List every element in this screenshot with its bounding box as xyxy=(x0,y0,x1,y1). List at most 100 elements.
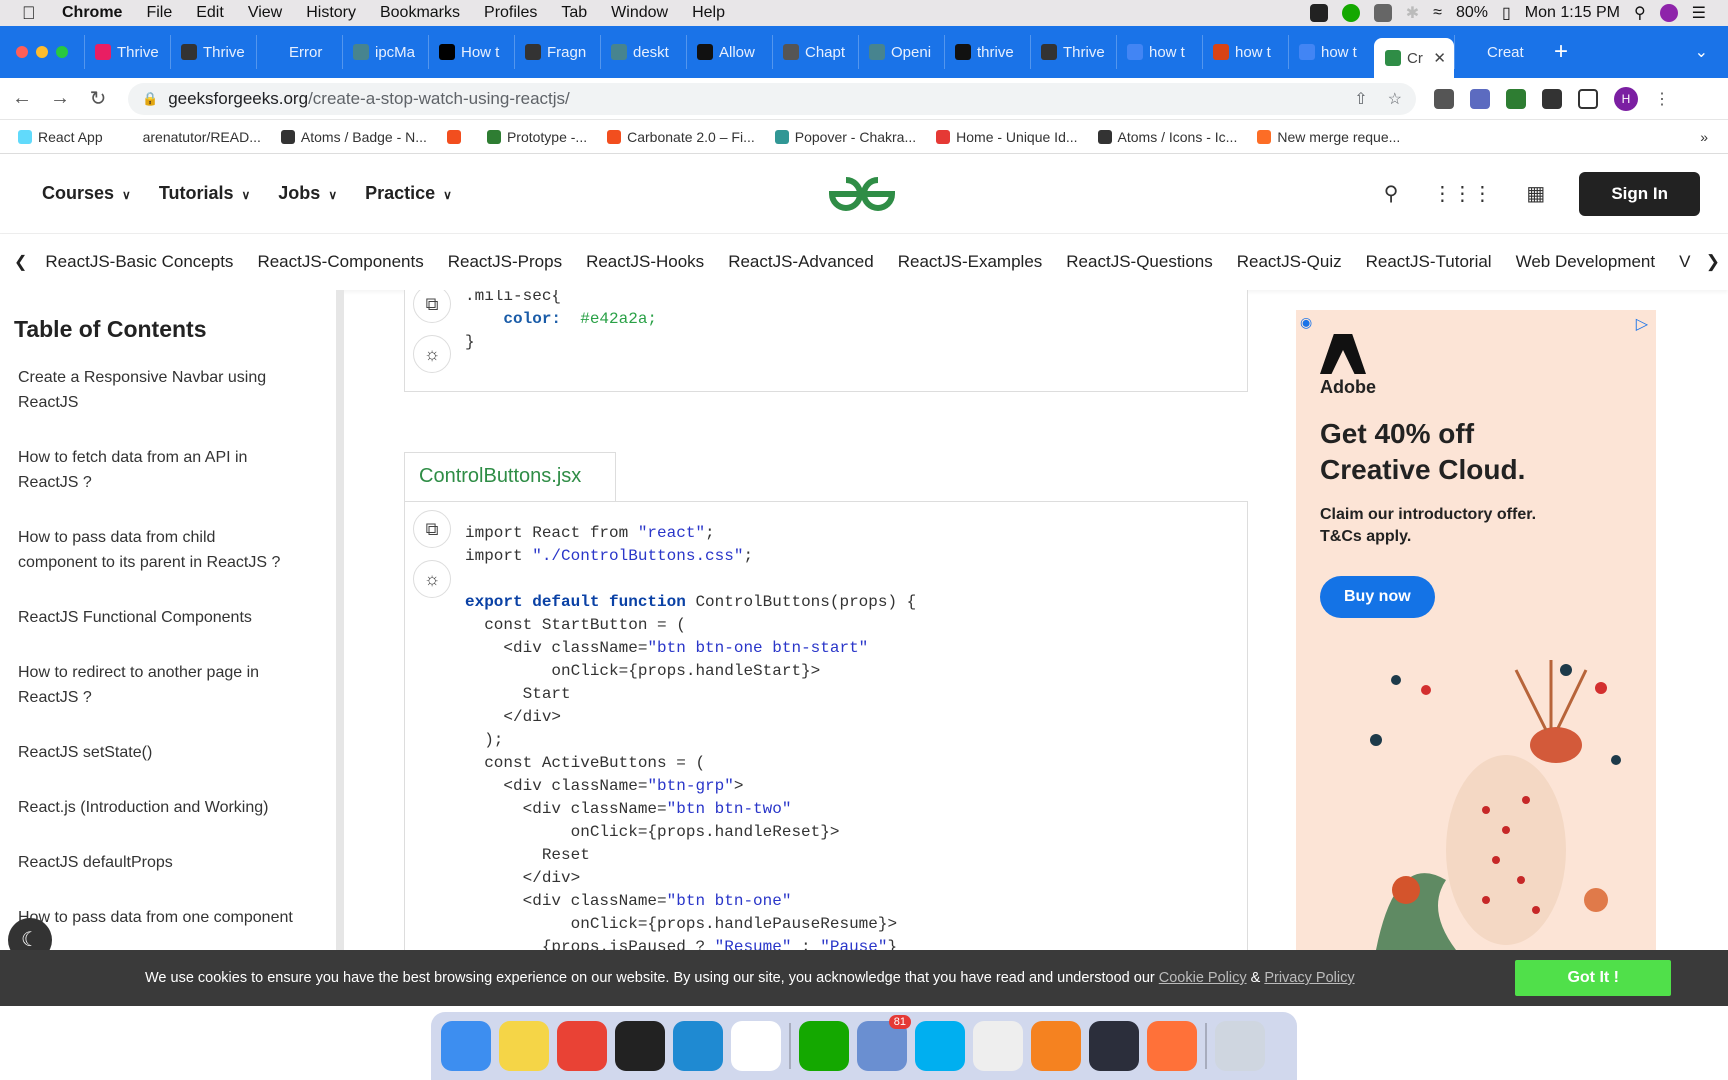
upwork-icon[interactable] xyxy=(799,1021,849,1071)
extension-icon[interactable] xyxy=(1506,88,1526,109)
toc-item[interactable]: ReactJS setState() xyxy=(0,740,336,765)
menubar-item-view[interactable]: View xyxy=(236,4,294,22)
terminal-icon[interactable] xyxy=(615,1021,665,1071)
minimize-window-button[interactable] xyxy=(36,46,48,58)
upwork-status-icon[interactable] xyxy=(1341,4,1360,22)
tab[interactable]: Chapt xyxy=(772,35,858,69)
kebab-menu-icon[interactable]: ⋮ xyxy=(1654,89,1670,109)
topic-link[interactable]: ReactJS-Examples xyxy=(886,252,1055,272)
got-it-button[interactable]: Got It ! xyxy=(1515,960,1671,996)
bookmark-item[interactable]: arenatutor/READ... xyxy=(113,129,271,145)
translate-icon[interactable]: ▦ xyxy=(1526,181,1545,206)
control-center-icon[interactable]: ☰ xyxy=(1692,3,1706,23)
sign-in-button[interactable]: Sign In xyxy=(1579,171,1700,216)
bookmark-item[interactable]: Home - Unique Id... xyxy=(926,129,1087,145)
toc-item[interactable]: React.js (Introduction and Working) xyxy=(0,795,336,820)
chevron-left-icon[interactable]: ❮ xyxy=(14,252,27,272)
pen-icon[interactable] xyxy=(1031,1021,1081,1071)
spotlight-icon[interactable]: ⚲ xyxy=(1634,3,1646,23)
nav-jobs[interactable]: Jobs ∨ xyxy=(278,183,337,204)
topic-link[interactable]: ReactJS-Quiz xyxy=(1225,252,1354,272)
topic-link[interactable]: V xyxy=(1667,252,1702,272)
bookmark-item[interactable]: Atoms / Badge - N... xyxy=(271,129,437,145)
trash-icon[interactable] xyxy=(1215,1021,1265,1071)
menubar-item-window[interactable]: Window xyxy=(599,4,680,22)
finder-icon[interactable] xyxy=(441,1021,491,1071)
cookie-policy-link[interactable]: Cookie Policy xyxy=(1159,970,1247,986)
toc-item[interactable]: How to redirect to another page in React… xyxy=(0,660,336,710)
back-button[interactable]: ← xyxy=(6,87,38,110)
tab[interactable]: Thrive xyxy=(1030,35,1116,69)
apps-grid-icon[interactable]: ⋮⋮⋮ xyxy=(1432,181,1492,206)
share-icon[interactable]: ⇧ xyxy=(1354,89,1367,109)
tab[interactable]: Thrive xyxy=(84,35,170,69)
chrome-icon[interactable] xyxy=(557,1021,607,1071)
menubar-item-help[interactable]: Help xyxy=(680,4,737,22)
topic-link[interactable]: ReactJS-Questions xyxy=(1054,252,1224,272)
close-window-button[interactable] xyxy=(16,46,28,58)
more-bookmarks-icon[interactable]: » xyxy=(1700,129,1708,145)
topic-link[interactable]: Web Development xyxy=(1504,252,1668,272)
lock-icon[interactable]: 🔒 xyxy=(142,91,158,107)
bookmark-item[interactable]: Prototype -... xyxy=(477,129,597,145)
new-tab-button[interactable]: + xyxy=(1554,38,1568,66)
tab[interactable]: Allow xyxy=(686,35,772,69)
bluetooth-icon[interactable]: ✱ xyxy=(1406,3,1419,23)
tab[interactable]: thrive xyxy=(944,35,1030,69)
chevron-right-icon[interactable]: ❯ xyxy=(1706,252,1720,272)
close-tab-icon[interactable]: ✕ xyxy=(1433,49,1446,67)
tab[interactable]: how t xyxy=(1116,35,1202,69)
file-tab[interactable]: ControlButtons.jsx xyxy=(404,452,616,502)
toc-item[interactable]: ReactJS Functional Components xyxy=(0,605,336,630)
nav-courses[interactable]: Courses ∨ xyxy=(42,183,131,204)
bookmark-item[interactable]: Popover - Chakra... xyxy=(765,129,926,145)
bookmark-item[interactable]: New merge reque... xyxy=(1247,129,1410,145)
vscode-icon[interactable] xyxy=(673,1021,723,1071)
slack-icon[interactable] xyxy=(731,1021,781,1071)
tab[interactable]: Error xyxy=(256,35,342,69)
topic-link[interactable]: ReactJS-Advanced xyxy=(716,252,886,272)
clock[interactable]: Mon 1:15 PM xyxy=(1525,4,1620,22)
privacy-policy-link[interactable]: Privacy Policy xyxy=(1264,970,1354,986)
battery-icon[interactable]: ▯ xyxy=(1502,3,1511,23)
search-icon[interactable]: ⚲ xyxy=(1384,181,1399,206)
apple-icon[interactable]:  xyxy=(22,3,50,24)
tab[interactable]: deskt xyxy=(600,35,686,69)
skype-icon[interactable] xyxy=(915,1021,965,1071)
extension-icon[interactable] xyxy=(1470,88,1490,109)
menubar-app-name[interactable]: Chrome xyxy=(50,4,134,22)
gfg-logo[interactable] xyxy=(828,174,896,214)
tab[interactable]: how t xyxy=(1288,35,1374,69)
tab[interactable]: Openi xyxy=(858,35,944,69)
tab-search-icon[interactable]: ⌄ xyxy=(1695,42,1708,62)
topic-link[interactable]: ReactJS-Tutorial xyxy=(1354,252,1504,272)
tab[interactable]: Thrive xyxy=(170,35,256,69)
textedit-icon[interactable] xyxy=(973,1021,1023,1071)
topic-link[interactable]: ReactJS-Basic Concepts xyxy=(33,252,245,272)
tab-active[interactable]: Cr ✕ xyxy=(1374,38,1454,78)
firefox-icon[interactable] xyxy=(1147,1021,1197,1071)
buy-now-button[interactable]: Buy now xyxy=(1320,576,1435,618)
forward-button[interactable]: → xyxy=(44,87,76,110)
bookmark-star-icon[interactable]: ☆ xyxy=(1388,89,1402,109)
mail-icon[interactable]: 81 xyxy=(857,1015,911,1071)
reload-button[interactable]: ↻ xyxy=(82,86,114,111)
checkbox-app-icon[interactable] xyxy=(1309,4,1328,22)
theme-toggle-icon[interactable]: ☼ xyxy=(413,560,451,598)
toc-item[interactable]: Create a Responsive Navbar using ReactJS xyxy=(0,365,336,415)
bookmark-item[interactable]: Atoms / Icons - Ic... xyxy=(1088,129,1248,145)
toc-item[interactable]: How to pass data from one component xyxy=(0,905,336,930)
toc-item[interactable]: How to fetch data from an API in ReactJS… xyxy=(0,445,336,495)
profile-avatar[interactable]: H xyxy=(1614,86,1638,111)
notes-icon[interactable] xyxy=(499,1021,549,1071)
calendar-icon[interactable] xyxy=(1373,4,1392,22)
menubar-item-file[interactable]: File xyxy=(134,4,184,22)
extension-icon[interactable] xyxy=(1434,88,1454,109)
battery-percent[interactable]: 80% xyxy=(1456,4,1488,22)
electron-icon[interactable] xyxy=(1089,1021,1139,1071)
address-bar[interactable]: 🔒 geeksforgeeks.org/create-a-stop-watch-… xyxy=(128,82,1416,115)
bookmark-item[interactable]: React App xyxy=(8,129,113,145)
nav-tutorials[interactable]: Tutorials ∨ xyxy=(159,183,250,204)
topic-link[interactable]: ReactJS-Hooks xyxy=(574,252,716,272)
tab-last[interactable]: Creat xyxy=(1454,35,1540,69)
